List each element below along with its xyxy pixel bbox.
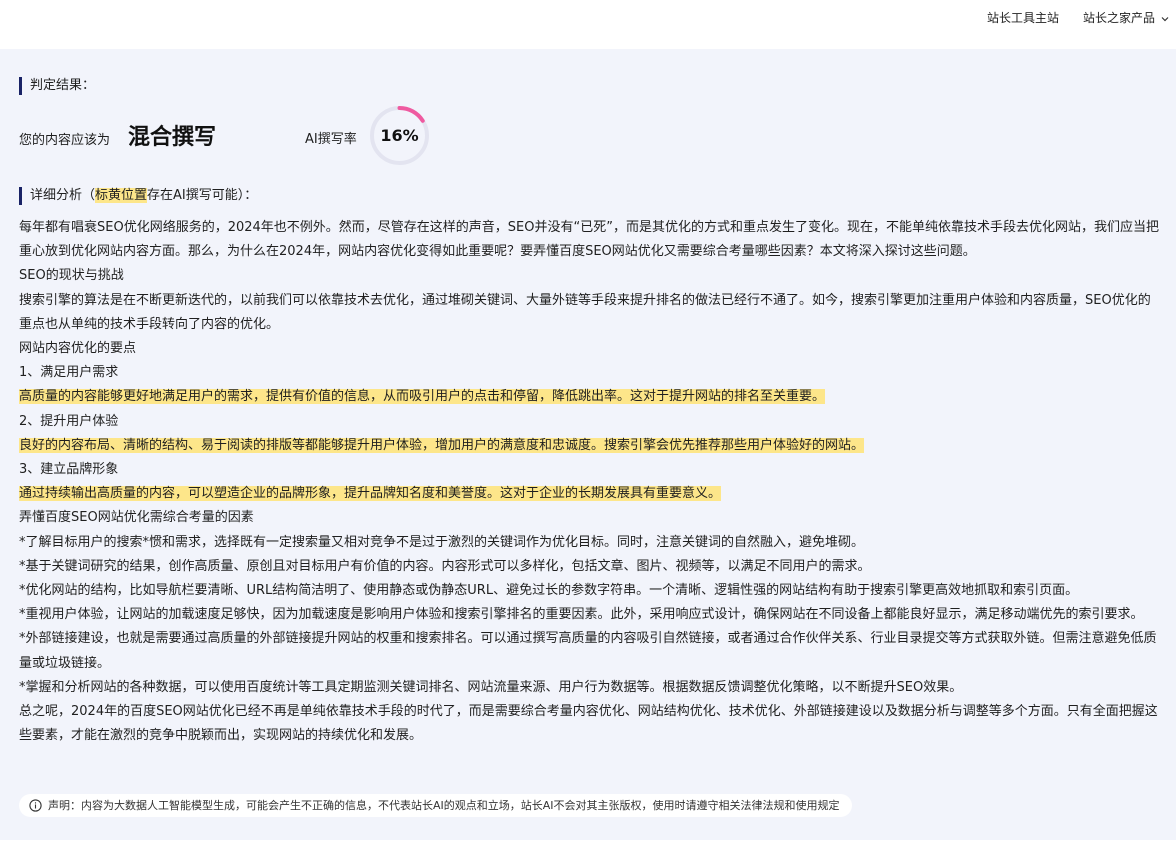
nav-products-dropdown[interactable]: 站长之家产品 (1083, 9, 1169, 26)
paragraph: SEO的现状与挑战 (19, 264, 1161, 288)
paragraph: *基于关键词研究的结果，创作高质量、原创且对目标用户有价值的内容。内容形式可以多… (19, 555, 1161, 579)
paragraph: 1、满足用户需求 (19, 361, 1161, 385)
paragraph-text: *掌握和分析网站的各种数据，可以使用百度统计等工具定期监测关键词排名、网站流量来… (19, 679, 963, 695)
disclaimer-text: 声明：内容为大数据人工智能模型生成，可能会产生不正确的信息，不代表站长AI的观点… (48, 799, 840, 812)
paragraph-text: 良好的内容布局、清晰的结构、易于阅读的排版等都能够提升用户体验，增加用户的满意度… (19, 437, 865, 453)
result-section-title: 判定结果： (19, 77, 95, 95)
paragraph-text: *优化网站的结构，比如导航栏要清晰、URL结构简洁明了、使用静态或伪静态URL、… (19, 583, 1079, 599)
paragraph: 每年都有唱衰SEO优化网络服务的，2024年也不例外。然而，尽管存在这样的声音，… (19, 216, 1161, 264)
paragraph: *了解目标用户的搜索*惯和需求，选择既有一定搜索量又相对竞争不是过于激烈的关键词… (19, 531, 1161, 555)
paragraph: 网站内容优化的要点 (19, 337, 1161, 361)
paragraph-text: *基于关键词研究的结果，创作高质量、原创且对目标用户有价值的内容。内容形式可以多… (19, 558, 871, 574)
verdict-prefix: 您的内容应该为 (19, 133, 111, 148)
analysis-label-before: 详细分析（ (30, 188, 96, 203)
paragraph: 2、提升用户体验 (19, 410, 1161, 434)
analysis-label-after: 存在AI撰写可能）： (147, 188, 258, 203)
info-icon (29, 797, 42, 820)
paragraph-highlighted: 通过持续输出高质量的内容，可以塑造企业的品牌形象，提升品牌知名度和美誉度。这对于… (19, 482, 1161, 506)
paragraph: *外部链接建设，也就是需要通过高质量的外部链接提升网站的权重和搜索排名。可以通过… (19, 627, 1161, 675)
paragraph-text: 搜索引擎的算法是在不断更新迭代的，以前我们可以依靠技术去优化，通过堆砌关键词、大… (19, 292, 1151, 332)
paragraph: *重视用户体验，让网站的加载速度足够快，因为加载速度是影响用户体验和搜索引擎排名… (19, 603, 1161, 627)
paragraph-text: SEO的现状与挑战 (19, 268, 124, 284)
paragraph: 弄懂百度SEO网站优化需综合考量的因素 (19, 506, 1161, 530)
ai-rate-label: AI撰写率 (305, 132, 357, 147)
analysis-content: 每年都有唱衰SEO优化网络服务的，2024年也不例外。然而，尽管存在这样的声音，… (19, 216, 1161, 748)
paragraph-text: 1、满足用户需求 (19, 365, 119, 381)
paragraph-text: *外部链接建设，也就是需要通过高质量的外部链接提升网站的权重和搜索排名。可以通过… (19, 631, 1157, 671)
paragraph-text: 2、提升用户体验 (19, 413, 119, 429)
analysis-label-highlight: 标黄位置 (95, 188, 148, 203)
chevron-down-icon (1161, 12, 1169, 26)
nav-products-label: 站长之家产品 (1083, 11, 1156, 25)
paragraph-text: *重视用户体验，让网站的加载速度足够快，因为加载速度是影响用户体验和搜索引擎排名… (19, 607, 1144, 623)
analysis-section-title: 详细分析（标黄位置存在AI撰写可能）： (19, 187, 257, 205)
paragraph-text: 网站内容优化的要点 (19, 341, 137, 357)
nav-link-main-site[interactable]: 站长工具主站 (987, 9, 1059, 26)
paragraph-text: 通过持续输出高质量的内容，可以塑造企业的品牌形象，提升品牌知名度和美誉度。这对于… (19, 486, 722, 502)
paragraph: 总之呢，2024年的百度SEO网站优化已经不再是单纯依靠技术手段的时代了，而是需… (19, 700, 1161, 748)
paragraph: *优化网站的结构，比如导航栏要清晰、URL结构简洁明了、使用静态或伪静态URL、… (19, 579, 1161, 603)
top-bar: 站长工具主站 站长之家产品 (0, 0, 1176, 34)
paragraph: 搜索引擎的算法是在不断更新迭代的，以前我们可以依靠技术去优化，通过堆砌关键词、大… (19, 289, 1161, 337)
paragraph: *掌握和分析网站的各种数据，可以使用百度统计等工具定期监测关键词排名、网站流量来… (19, 676, 1161, 700)
paragraph: 3、建立品牌形象 (19, 458, 1161, 482)
paragraph-text: 每年都有唱衰SEO优化网络服务的，2024年也不例外。然而，尽管存在这样的声音，… (19, 220, 1159, 260)
paragraph-text: *了解目标用户的搜索*惯和需求，选择既有一定搜索量又相对竞争不是过于激烈的关键词… (19, 534, 865, 550)
paragraph-highlighted: 高质量的内容能够更好地满足用户的需求，提供有价值的信息，从而吸引用户的点击和停留… (19, 385, 1161, 409)
disclaimer-bar: 声明：内容为大数据人工智能模型生成，可能会产生不正确的信息，不代表站长AI的观点… (19, 794, 852, 817)
paragraph-highlighted: 良好的内容布局、清晰的结构、易于阅读的排版等都能够提升用户体验，增加用户的满意度… (19, 434, 1161, 458)
paragraph-text: 高质量的内容能够更好地满足用户的需求，提供有价值的信息，从而吸引用户的点击和停留… (19, 389, 826, 405)
paragraph-text: 弄懂百度SEO网站优化需综合考量的因素 (19, 510, 254, 526)
paragraph-text: 总之呢，2024年的百度SEO网站优化已经不再是单纯依靠技术手段的时代了，而是需… (19, 704, 1158, 744)
paragraph-text: 3、建立品牌形象 (19, 462, 119, 478)
ai-rate-value: 16% (380, 126, 419, 145)
verdict-value: 混合撰写 (128, 125, 217, 150)
